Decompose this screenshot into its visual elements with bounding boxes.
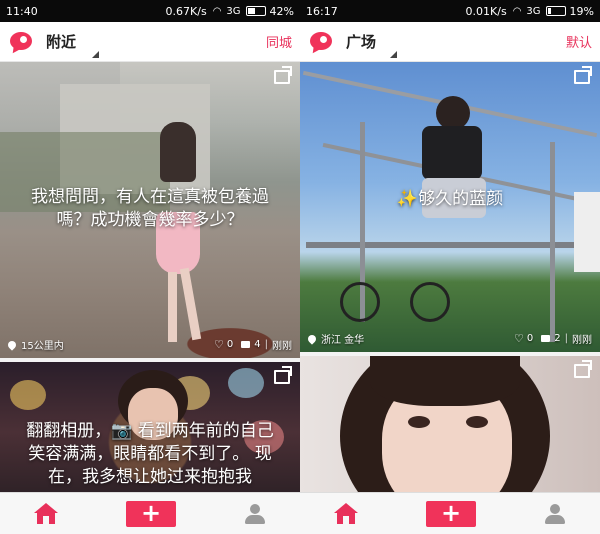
- location-pin-icon: [306, 332, 318, 345]
- add-post-button[interactable]: +: [126, 500, 176, 527]
- status-time: 16:17: [306, 4, 338, 18]
- profile-icon[interactable]: [244, 503, 266, 525]
- heart-icon[interactable]: ♡: [514, 332, 524, 345]
- app-header: 附近 同城: [0, 22, 300, 62]
- app-header: 广场 默认: [300, 22, 600, 62]
- battery-icon: [545, 6, 566, 16]
- location-pin-icon: [6, 338, 18, 351]
- bottom-tab-bar: +: [0, 492, 300, 534]
- network-speed: 0.01K/s: [465, 4, 507, 18]
- post-caption: ✨够久的蓝颜: [396, 189, 504, 209]
- comment-icon[interactable]: [541, 335, 551, 342]
- dropdown-indicator-icon[interactable]: [92, 51, 99, 58]
- channel-title[interactable]: 广场: [346, 31, 376, 52]
- post-meta: 15公里内 ♡ 0 4 | 刚刚: [6, 337, 292, 352]
- heart-icon[interactable]: ♡: [214, 338, 224, 351]
- post-feed[interactable]: 我想問問，有人在這真被包養過嗎？成功機會幾率多少？ 15公里内 ♡ 0 4 | …: [0, 62, 300, 492]
- wifi-icon: ◠: [212, 5, 222, 17]
- share-icon[interactable]: [274, 370, 290, 384]
- share-icon[interactable]: [574, 364, 590, 378]
- comment-icon[interactable]: [241, 341, 251, 348]
- wifi-icon: ◠: [512, 5, 522, 17]
- left-phone-screen: 11:40 0.67K/s ◠ 3G 42% 附近 同城 我想問問，有人在這真被…: [0, 0, 300, 534]
- post-card[interactable]: ✨够久的蓝颜 浙江 金华 ♡ 0 2 | 刚刚: [300, 62, 600, 352]
- comment-count: 2: [554, 333, 561, 344]
- post-caption: 我想問問，有人在這真被包養過嗎？成功機會幾率多少？: [31, 187, 269, 230]
- status-time: 11:40: [6, 4, 38, 18]
- network-type: 3G: [526, 5, 541, 17]
- like-count: 0: [226, 339, 234, 350]
- logo-icon[interactable]: [8, 29, 34, 56]
- status-bar: 11:40 0.67K/s ◠ 3G 42%: [0, 0, 300, 22]
- like-count: 0: [526, 333, 534, 344]
- post-location: 15公里内: [21, 341, 64, 352]
- comment-count: 4: [254, 339, 261, 350]
- battery-percent: 42%: [269, 4, 294, 18]
- post-caption: 翻翻相册，📷 看到两年前的自己笑容满满，眼睛都看不到了。 现在，我多想让她过来抱…: [26, 421, 274, 487]
- post-card[interactable]: [300, 356, 600, 492]
- profile-icon[interactable]: [544, 503, 566, 525]
- add-post-button[interactable]: +: [426, 500, 476, 527]
- share-icon[interactable]: [574, 70, 590, 84]
- post-card[interactable]: 翻翻相册，📷 看到两年前的自己笑容满满，眼睛都看不到了。 现在，我多想让她过来抱…: [0, 362, 300, 492]
- post-location: 浙江 金华: [321, 335, 365, 346]
- home-icon[interactable]: [34, 502, 58, 525]
- status-bar: 16:17 0.01K/s ◠ 3G 19%: [300, 0, 600, 22]
- network-speed: 0.67K/s: [165, 4, 207, 18]
- post-card[interactable]: 我想問問，有人在這真被包養過嗎？成功機會幾率多少？ 15公里内 ♡ 0 4 | …: [0, 62, 300, 358]
- filter-button[interactable]: 同城: [266, 32, 292, 51]
- sort-button[interactable]: 默认: [566, 32, 592, 51]
- post-time: 刚刚: [272, 341, 292, 352]
- post-feed[interactable]: ✨够久的蓝颜 浙江 金华 ♡ 0 2 | 刚刚: [300, 62, 600, 492]
- post-meta: 浙江 金华 ♡ 0 2 | 刚刚: [306, 331, 592, 346]
- share-icon[interactable]: [274, 70, 290, 84]
- post-time: 刚刚: [572, 335, 592, 346]
- right-phone-screen: 16:17 0.01K/s ◠ 3G 19% 广场 默认 ✨够久的蓝颜 浙江 金…: [300, 0, 600, 534]
- channel-title[interactable]: 附近: [46, 31, 76, 52]
- battery-icon: [245, 6, 266, 16]
- network-type: 3G: [226, 5, 241, 17]
- logo-icon[interactable]: [308, 29, 334, 56]
- dropdown-indicator-icon[interactable]: [390, 51, 397, 58]
- home-icon[interactable]: [334, 502, 358, 525]
- bottom-tab-bar: +: [300, 492, 600, 534]
- battery-percent: 19%: [569, 4, 594, 18]
- post-photo: [300, 356, 600, 492]
